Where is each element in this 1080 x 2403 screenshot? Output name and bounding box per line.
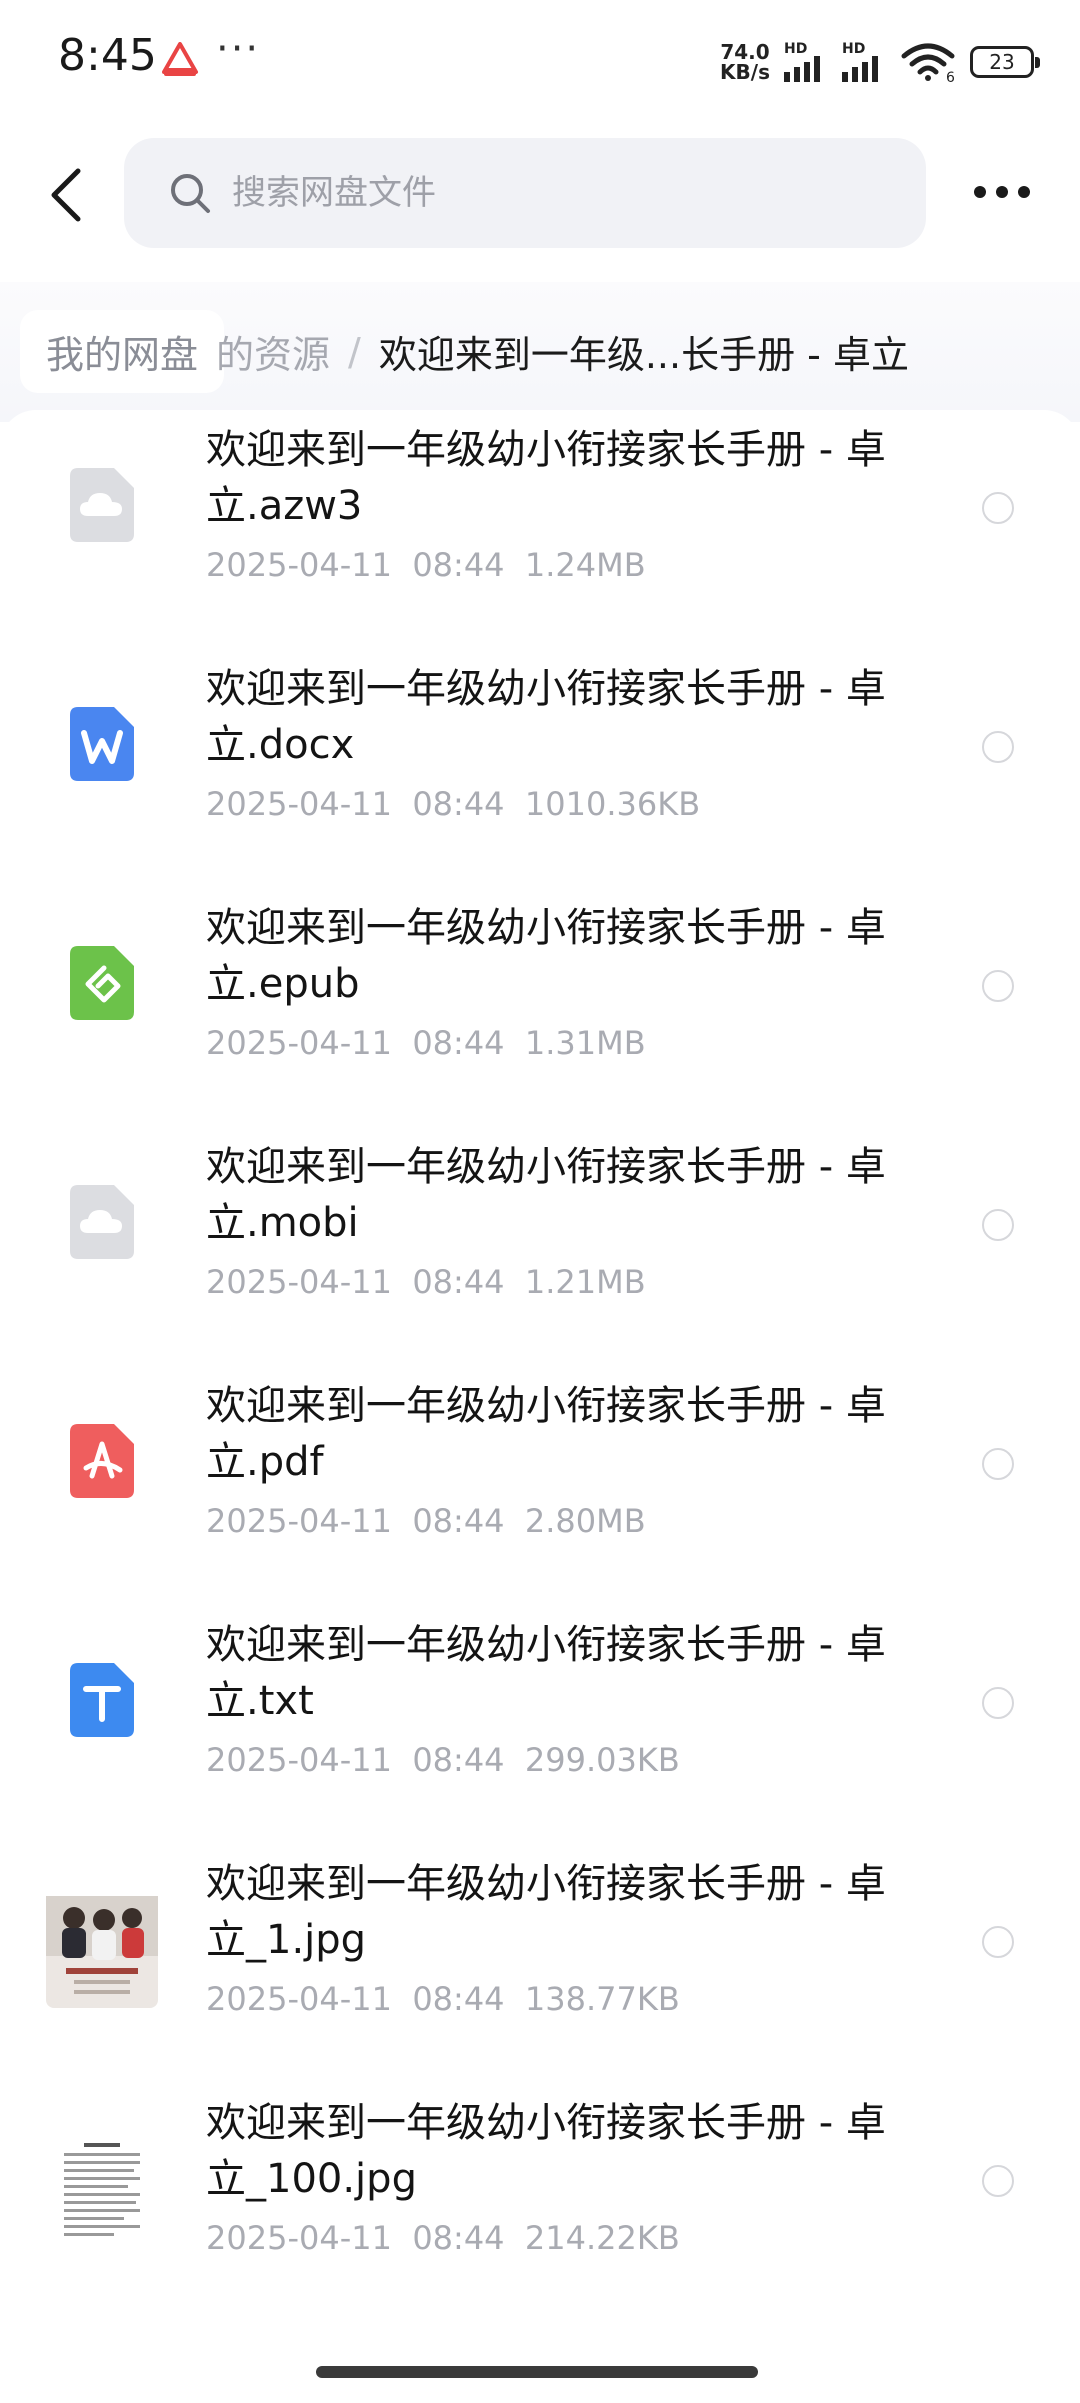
search-bar[interactable] bbox=[124, 138, 926, 248]
file-row[interactable]: 欢迎来到一年级幼小衔接家长手册 - 卓 立.epub 2025-04-11 08… bbox=[0, 888, 1080, 1127]
file-list: 欢迎来到一年级幼小衔接家长手册 - 卓 立.azw3 2025-04-11 08… bbox=[0, 410, 1080, 2355]
select-radio[interactable] bbox=[982, 1687, 1014, 1719]
file-meta: 2025-04-11 08:44 1.24MB bbox=[206, 546, 646, 584]
file-name: 欢迎来到一年级幼小衔接家长手册 - 卓 立_100.jpg bbox=[206, 2100, 886, 2202]
file-meta: 2025-04-11 08:44 1.21MB bbox=[206, 1263, 646, 1301]
file-name: 欢迎来到一年级幼小衔接家长手册 - 卓 立.mobi bbox=[206, 1144, 886, 1246]
select-radio[interactable] bbox=[982, 1209, 1014, 1241]
signal-icon-1: HD bbox=[784, 42, 828, 82]
status-indicators: 74.0 KB/s HD HD 6 23 bbox=[720, 40, 1040, 84]
image-thumbnail bbox=[58, 2135, 146, 2247]
file-row[interactable]: 欢迎来到一年级幼小衔接家长手册 - 卓 立_1.jpg 2025-04-11 0… bbox=[0, 1844, 1080, 2083]
app-notification-icon bbox=[162, 42, 198, 76]
status-time: 8:45 bbox=[58, 30, 157, 81]
select-radio[interactable] bbox=[982, 970, 1014, 1002]
breadcrumb-separator: / bbox=[348, 329, 361, 374]
pdf-icon bbox=[70, 1424, 134, 1498]
select-radio[interactable] bbox=[982, 1448, 1014, 1480]
file-name: 欢迎来到一年级幼小衔接家长手册 - 卓 立.docx bbox=[206, 666, 886, 768]
chevron-left-icon bbox=[51, 168, 81, 222]
select-radio[interactable] bbox=[982, 492, 1014, 524]
select-radio[interactable] bbox=[982, 2165, 1014, 2197]
signal-icon-2: HD bbox=[842, 42, 886, 82]
home-indicator[interactable] bbox=[316, 2366, 758, 2378]
breadcrumb: 我的网盘 的资源 / 欢迎来到一年级...长手册 - 卓立 bbox=[20, 310, 909, 393]
cloud-file-icon bbox=[70, 468, 134, 542]
file-row-partial[interactable]: 欢迎来到一年级幼小衔接家长手册 - 卓 bbox=[206, 2344, 886, 2355]
file-row[interactable]: 欢迎来到一年级幼小衔接家长手册 - 卓 立.pdf 2025-04-11 08:… bbox=[0, 1366, 1080, 1605]
file-meta: 2025-04-11 08:44 138.77KB bbox=[206, 1980, 680, 2018]
status-bar: 8:45 ··· 74.0 KB/s HD HD 6 23 bbox=[0, 0, 1080, 120]
breadcrumb-current: 欢迎来到一年级...长手册 - 卓立 bbox=[378, 333, 909, 377]
wifi-icon: 6 bbox=[901, 43, 955, 82]
epub-icon bbox=[70, 946, 134, 1020]
file-meta: 2025-04-11 08:44 1.31MB bbox=[206, 1024, 646, 1062]
file-meta: 2025-04-11 08:44 1010.36KB bbox=[206, 785, 701, 823]
select-radio[interactable] bbox=[982, 731, 1014, 763]
image-thumbnail bbox=[46, 1896, 158, 2008]
file-name: 欢迎来到一年级幼小衔接家长手册 - 卓 立.pdf bbox=[206, 1383, 886, 1485]
file-row[interactable]: 欢迎来到一年级幼小衔接家长手册 - 卓 立.azw3 2025-04-11 08… bbox=[0, 410, 1080, 649]
select-radio[interactable] bbox=[982, 1926, 1014, 1958]
back-button[interactable] bbox=[40, 160, 90, 230]
text-icon bbox=[70, 1663, 134, 1737]
more-horizontal-icon bbox=[974, 186, 1030, 198]
battery-icon: 23 bbox=[970, 46, 1040, 78]
breadcrumb-parent[interactable]: 的资源 bbox=[216, 324, 330, 379]
search-input[interactable] bbox=[230, 172, 834, 214]
status-more-dots: ··· bbox=[216, 26, 261, 72]
file-row[interactable]: 欢迎来到一年级幼小衔接家长手册 - 卓 立.docx 2025-04-11 08… bbox=[0, 649, 1080, 888]
file-meta: 2025-04-11 08:44 214.22KB bbox=[206, 2219, 680, 2257]
search-icon bbox=[171, 174, 210, 213]
file-name: 欢迎来到一年级幼小衔接家长手册 - 卓 立_1.jpg bbox=[206, 1861, 886, 1963]
file-name: 欢迎来到一年级幼小衔接家长手册 - 卓 立.txt bbox=[206, 1622, 886, 1724]
breadcrumb-area: 我的网盘 的资源 / 欢迎来到一年级...长手册 - 卓立 bbox=[0, 282, 1080, 422]
file-row[interactable]: 欢迎来到一年级幼小衔接家长手册 - 卓 立.mobi 2025-04-11 08… bbox=[0, 1127, 1080, 1366]
cloud-file-icon bbox=[70, 1185, 134, 1259]
file-meta: 2025-04-11 08:44 2.80MB bbox=[206, 1502, 646, 1540]
breadcrumb-root[interactable]: 我的网盘 bbox=[20, 310, 225, 393]
more-options-button[interactable] bbox=[970, 168, 1034, 216]
file-row[interactable]: 欢迎来到一年级幼小衔接家长手册 - 卓 立_100.jpg 2025-04-11… bbox=[0, 2083, 1080, 2322]
svg-text:6: 6 bbox=[946, 70, 955, 82]
file-name: 欢迎来到一年级幼小衔接家长手册 - 卓 立.epub bbox=[206, 905, 886, 1007]
network-speed: 74.0 KB/s bbox=[720, 40, 770, 84]
file-meta: 2025-04-11 08:44 299.03KB bbox=[206, 1741, 680, 1779]
file-row[interactable]: 欢迎来到一年级幼小衔接家长手册 - 卓 立.txt 2025-04-11 08:… bbox=[0, 1605, 1080, 1844]
file-name: 欢迎来到一年级幼小衔接家长手册 - 卓 立.azw3 bbox=[206, 427, 886, 529]
word-icon bbox=[70, 707, 134, 781]
